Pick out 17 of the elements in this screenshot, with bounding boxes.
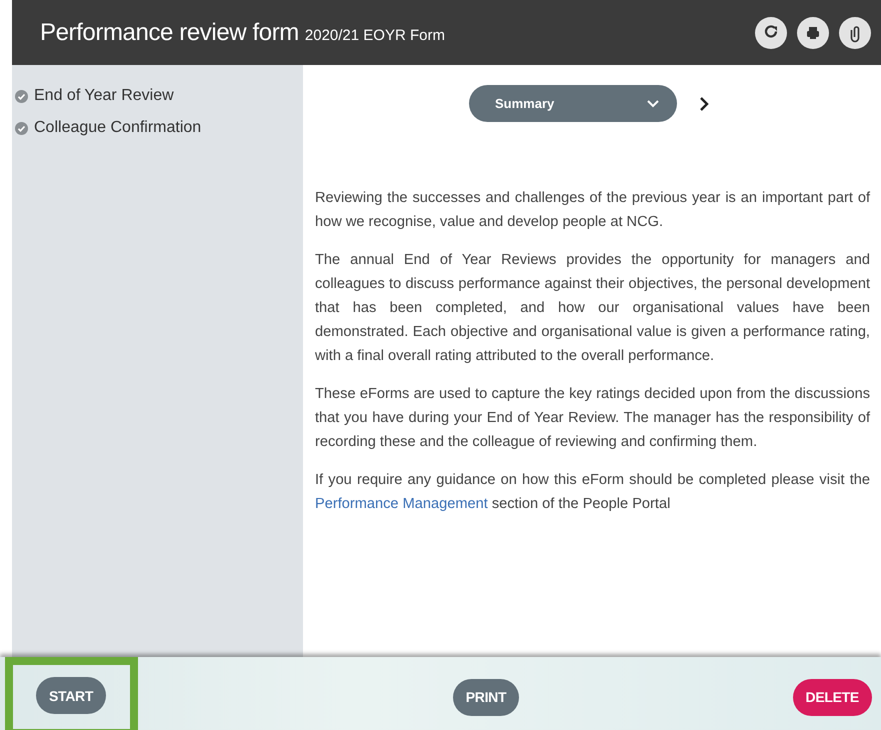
body-paragraph: The annual End of Year Reviews provides the opportunity for managers and colleagues to discuss performance against their objectives, the personal development that has been completed, and how our organisational values have been demonstrated. Each objective and organisational value is given a performance rating, with a final overall rating attributed to the overall performance. — [315, 251, 870, 366]
form-subtitle: 2020/21 EOYR Form — [304, 27, 445, 44]
body-paragraph: Reviewing the successes and challenges of the previous year is an important part of how we recognise, value and develop people at NCG. — [315, 189, 870, 232]
attach-icon[interactable] — [839, 16, 871, 48]
form-title: Performance review form — [40, 18, 299, 46]
sidebar-item[interactable]: End of Year Review — [15, 87, 303, 105]
performance-management-link[interactable]: Performance Management — [315, 496, 488, 512]
section-dropdown[interactable]: Summary — [469, 85, 677, 122]
print-icon[interactable] — [797, 16, 829, 48]
action-button[interactable]: START — [36, 677, 106, 714]
sidebar-item[interactable]: Colleague Confirmation — [15, 119, 303, 137]
refresh-icon[interactable] — [755, 16, 787, 48]
action-button[interactable]: PRINT — [452, 678, 520, 716]
guidance-paragraph: If you require any guidance on how this eForm should be completed please visit the Performance Management section of the People Portal — [315, 471, 870, 514]
action-button[interactable]: DELETE — [792, 678, 872, 716]
chevron-down-icon — [647, 100, 659, 108]
body-paragraph: These eForms are used to capture the key ratings decided upon from the discussions that you have during your End of Year Review. The manager has the responsibility of recording these and the colleague of reviewing and confirming them. — [315, 385, 870, 452]
